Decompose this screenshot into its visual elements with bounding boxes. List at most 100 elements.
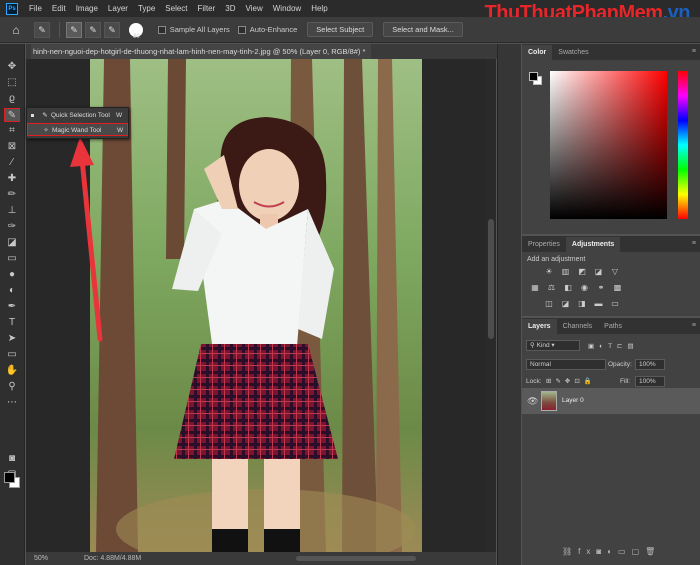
new-selection-button[interactable]: ✎ [66,21,82,38]
menu-type[interactable]: Type [133,4,160,13]
menu-view[interactable]: View [241,4,268,13]
panel-menu-icon[interactable]: ≡ [692,322,696,329]
threshold-icon[interactable]: ◨ [575,299,589,309]
marquee-icon[interactable]: ⬚ [4,76,20,90]
hand-icon[interactable]: ✋ [4,364,20,378]
menu-filter[interactable]: Filter [193,4,221,13]
options-bar: ⌂ ✎ ✎ ✎ ✎ 30 Sample All Layers Auto-Enha… [0,17,700,43]
black-white-icon[interactable]: ◧ [561,283,575,293]
color-lookup-icon[interactable]: ▩ [611,283,625,293]
home-icon[interactable]: ⌂ [8,22,24,38]
menu-bar: Ps File Edit Image Layer Type Select Fil… [0,0,700,24]
layers-panel: Layers Channels Paths ≡ ⚲ Kind ▾ ▣◐T⊏▤ N… [522,318,700,565]
subtract-selection-button[interactable]: ✎ [104,21,120,38]
vertical-scrollbar[interactable] [486,59,496,552]
tab-adjustments[interactable]: Adjustments [565,237,621,252]
tab-properties[interactable]: Properties [522,237,566,252]
layer-thumbnail [541,391,557,411]
menu-help[interactable]: Help [306,4,332,13]
lock-icons[interactable]: ⊞✎✥⊡🔒 [546,377,596,385]
menu-3d[interactable]: 3D [220,4,240,13]
divider [59,21,60,38]
tab-paths[interactable]: Paths [598,319,628,334]
eyedropper-icon[interactable]: ⁄ [4,156,20,170]
more-icon[interactable]: ⋯ [4,396,20,410]
auto-enhance-checkbox[interactable]: Auto-Enhance [237,25,297,34]
tool-preset-button[interactable]: ✎ [34,21,50,38]
tab-channels[interactable]: Channels [557,319,599,334]
layer-actions[interactable]: ⛓fx◙◐▭▢🗑 [562,547,661,556]
menu-edit[interactable]: Edit [47,4,71,13]
gradient-map-icon[interactable]: ▬ [592,299,606,309]
menu-layer[interactable]: Layer [103,4,133,13]
exposure-icon[interactable]: ◪ [592,267,606,277]
vibrance-icon[interactable]: ▽ [608,267,622,277]
history-brush-icon[interactable]: ✑ [4,220,20,234]
quick-selection-icon[interactable]: ✎ [4,108,20,122]
quick-mask-icon[interactable]: ◙ [4,452,20,466]
opacity-field[interactable]: 100% [635,359,665,370]
invert-icon[interactable]: ◫ [542,299,556,309]
collapsed-panels-strip [497,44,521,565]
brush-icon[interactable]: ✏ [4,188,20,202]
lock-label: Lock: [526,378,542,385]
horizontal-scrollbar[interactable] [296,556,416,561]
tab-swatches[interactable]: Swatches [552,45,594,60]
quick-selection-tool-item[interactable]: ✎ Quick Selection Tool W [27,109,128,122]
path-select-icon[interactable]: ➤ [4,332,20,346]
zoom-icon[interactable]: ⚲ [4,380,20,394]
dodge-icon[interactable]: ◐ [4,284,20,298]
brightness-icon[interactable]: ☀ [542,267,556,277]
add-to-selection-button[interactable]: ✎ [85,21,101,38]
stamp-icon[interactable]: ⊥ [4,204,20,218]
saturation-value-field[interactable] [550,71,667,219]
sample-all-layers-checkbox[interactable]: Sample All Layers [157,25,230,34]
foreground-color-swatch[interactable] [4,472,15,483]
menu-image[interactable]: Image [71,4,103,13]
rectangle-icon[interactable]: ▭ [4,348,20,362]
status-bar: 50% Doc: 4.88M/4.88M [26,552,496,565]
blend-mode-select[interactable]: Normal [526,359,606,370]
curves-icon[interactable]: ◩ [575,267,589,277]
hue-saturation-icon[interactable]: ▦ [528,283,542,293]
type-icon[interactable]: T [4,316,20,330]
panel-menu-icon[interactable]: ≡ [692,48,696,55]
posterize-icon[interactable]: ◪ [559,299,573,309]
gradient-icon[interactable]: ▭ [4,252,20,266]
selective-color-icon[interactable]: ▭ [608,299,622,309]
zoom-level[interactable]: 50% [34,552,48,565]
color-foreground-swatch[interactable] [529,72,538,81]
layer-row[interactable]: 👁 Layer 0 [522,388,700,414]
crop-icon[interactable]: ⌗ [4,124,20,138]
eraser-icon[interactable]: ◪ [4,236,20,250]
tab-layers[interactable]: Layers [522,319,557,334]
channel-mixer-icon[interactable]: ⚭ [594,283,608,293]
eye-icon[interactable]: 👁 [527,396,538,407]
document-tab[interactable]: hinh-nen-nguoi-dep-hotgirl-de-thuong-nha… [31,44,372,59]
menu-select[interactable]: Select [160,4,192,13]
select-subject-button[interactable]: Select Subject [307,22,374,37]
fill-label: Fill: [620,378,631,385]
blur-icon[interactable]: ● [4,268,20,282]
filter-icons[interactable]: ▣◐T⊏▤ [588,342,639,350]
select-and-mask-button[interactable]: Select and Mask... [383,22,463,37]
levels-icon[interactable]: ▥ [559,267,573,277]
tab-color[interactable]: Color [522,45,553,60]
menu-window[interactable]: Window [268,4,306,13]
menu-file[interactable]: File [24,4,47,13]
lasso-icon[interactable]: ϱ [4,92,20,106]
frame-icon[interactable]: ⊠ [4,140,20,154]
tools-panel: ✥ ⬚ ϱ ✎ ⌗ ⊠ ⁄ ✚ ✏ ⊥ ✑ ◪ ▭ ● ◐ ✒ T ➤ ▭ ✋ … [0,44,25,565]
layer-filter-select[interactable]: ⚲ Kind ▾ [526,340,580,351]
hue-slider[interactable] [678,71,688,219]
pen-icon[interactable]: ✒ [4,300,20,314]
move-icon[interactable]: ✥ [4,60,20,74]
magic-wand-tool-item[interactable]: ✧ Magic Wand Tool W [27,123,128,136]
panel-menu-icon[interactable]: ≡ [692,240,696,247]
adjustments-panel: Properties Adjustments ≡ Add an adjustme… [522,236,700,316]
doc-size: Doc: 4.88M/4.88M [84,555,142,562]
healing-icon[interactable]: ✚ [4,172,20,186]
color-balance-icon[interactable]: ⚖ [545,283,559,293]
fill-field[interactable]: 100% [635,376,665,387]
photo-filter-icon[interactable]: ◉ [578,283,592,293]
